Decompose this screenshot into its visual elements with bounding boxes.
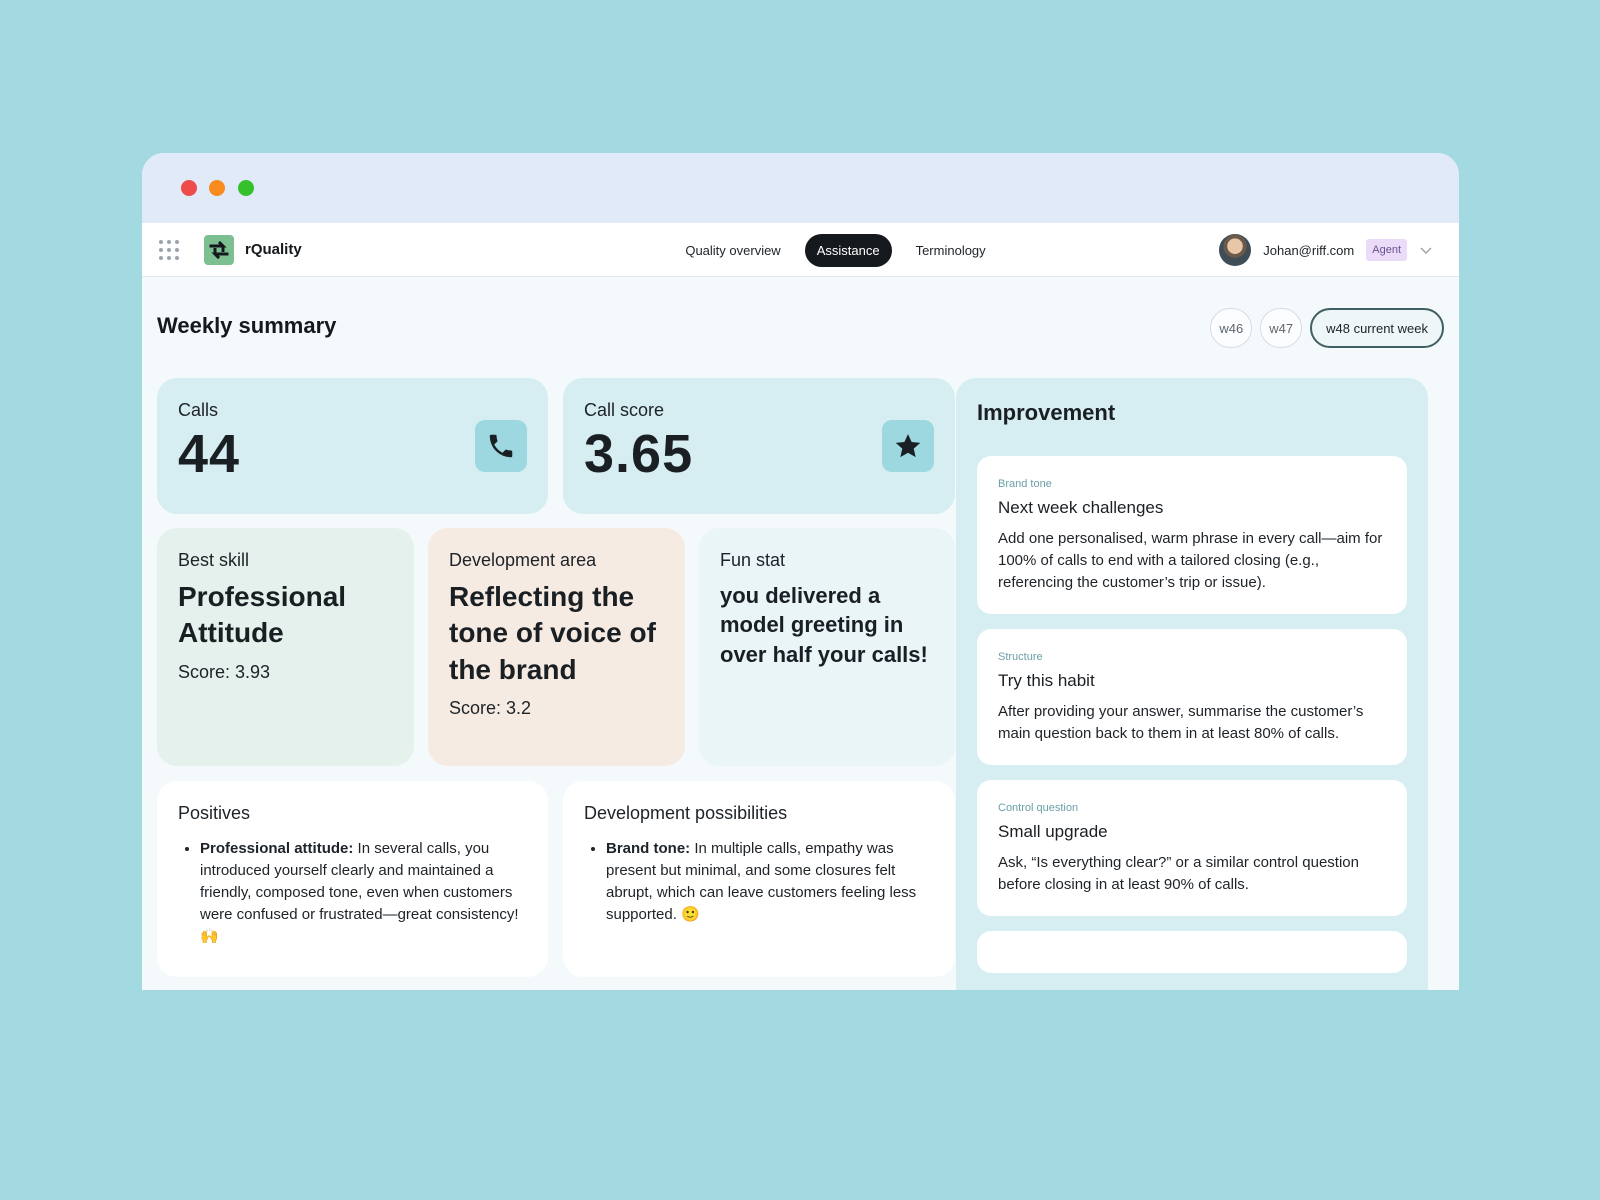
top-navbar: rQuality Quality overview Assistance Ter… <box>142 223 1459 277</box>
chevron-down-icon[interactable] <box>1419 243 1433 257</box>
list-item-bold: Brand tone: <box>606 840 691 857</box>
calls-label: Calls <box>178 400 219 420</box>
call-score-label: Call score <box>584 400 665 420</box>
week-current-button[interactable]: w48 current week <box>1310 308 1444 348</box>
minimize-window-button[interactable] <box>209 180 225 196</box>
maximize-window-button[interactable] <box>238 180 254 196</box>
list-item: Professional attitude: In several calls,… <box>200 838 527 948</box>
tip-body: Add one personalised, warm phrase in eve… <box>998 530 1383 591</box>
best-skill-heading: Professional Attitude <box>178 581 347 649</box>
tab-terminology[interactable]: Terminology <box>904 234 998 267</box>
improvement-tip: Structure Try this habit After providing… <box>977 629 1407 765</box>
role-badge: Agent <box>1366 239 1407 261</box>
improvement-panel: Improvement Brand tone Next week challen… <box>956 378 1428 990</box>
list-item-bold: Professional attitude: <box>200 840 354 857</box>
improvement-tip: Control question Small upgrade Ask, “Is … <box>977 780 1407 916</box>
fun-stat-text: you delivered a model greeting in over h… <box>720 583 928 667</box>
development-area-label: Development area <box>449 550 597 570</box>
best-skill-label: Best skill <box>178 550 250 570</box>
tip-title: Try this habit <box>998 671 1095 690</box>
development-area-heading: Reflecting the tone of voice of the bran… <box>449 581 656 685</box>
fun-stat-label: Fun stat <box>720 550 786 570</box>
positives-list: Professional attitude: In several calls,… <box>178 838 527 948</box>
week-w46-button[interactable]: w46 <box>1210 308 1253 348</box>
week-selector: w46 w47 w48 current week <box>1210 308 1444 348</box>
improvement-tip-partial <box>977 931 1407 973</box>
phone-icon <box>475 420 527 472</box>
tip-category: Control question <box>998 802 1079 814</box>
development-possibilities-title: Development possibilities <box>584 803 788 823</box>
development-possibilities-list: Brand tone: In multiple calls, empathy w… <box>584 838 934 926</box>
tip-category: Structure <box>998 651 1043 663</box>
week-w47-button[interactable]: w47 <box>1260 308 1303 348</box>
fun-stat-card: Fun stat you delivered a model greeting … <box>699 528 955 766</box>
improvement-title: Improvement <box>977 400 1116 425</box>
close-window-button[interactable] <box>181 180 197 196</box>
user-email: Johan@riff.com <box>1263 242 1355 258</box>
calls-card: Calls 44 <box>157 378 548 514</box>
star-icon <box>882 420 934 472</box>
avatar[interactable] <box>1219 234 1252 266</box>
app-window: rQuality Quality overview Assistance Ter… <box>142 153 1459 990</box>
tip-category: Brand tone <box>998 478 1052 490</box>
development-area-card: Development area Reflecting the tone of … <box>428 528 685 766</box>
tip-title: Small upgrade <box>998 822 1108 841</box>
tip-body: Ask, “Is everything clear?” or a similar… <box>998 854 1359 893</box>
positives-card: Positives Professional attitude: In seve… <box>157 781 548 977</box>
list-item: Brand tone: In multiple calls, empathy w… <box>606 838 934 926</box>
window-titlebar <box>142 153 1459 223</box>
best-skill-card: Best skill Professional Attitude Score: … <box>157 528 414 766</box>
development-area-score: Score: 3.2 <box>449 698 532 719</box>
user-menu[interactable]: Johan@riff.com Agent <box>1219 234 1433 266</box>
best-skill-score: Score: 3.93 <box>178 661 271 682</box>
positives-title: Positives <box>178 803 251 823</box>
tab-quality-overview[interactable]: Quality overview <box>673 234 792 267</box>
tab-assistance[interactable]: Assistance <box>804 234 892 267</box>
page-title: Weekly summary <box>157 313 337 338</box>
call-score-card: Call score 3.65 <box>563 378 955 514</box>
development-possibilities-card: Development possibilities Brand tone: In… <box>563 781 955 977</box>
tip-body: After providing your answer, summarise t… <box>998 703 1364 742</box>
tip-title: Next week challenges <box>998 498 1164 517</box>
improvement-tip: Brand tone Next week challenges Add one … <box>977 456 1407 614</box>
